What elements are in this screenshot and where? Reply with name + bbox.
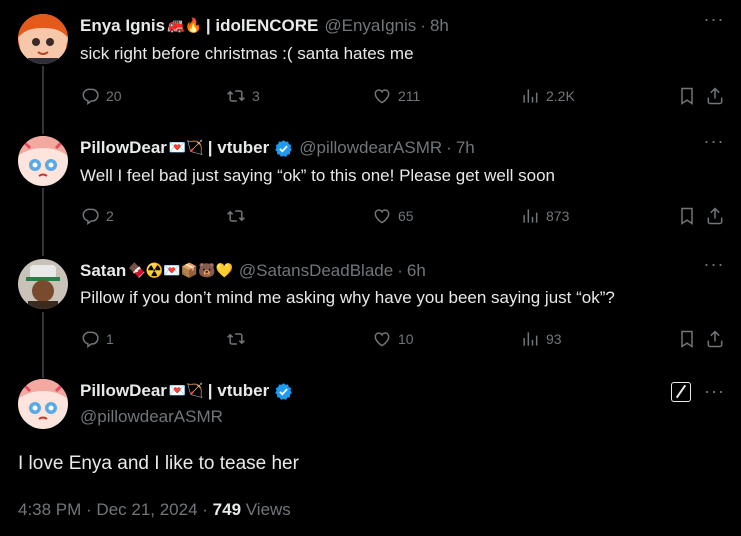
name-emoji: 🚒🔥 [167, 18, 202, 34]
reply-button[interactable]: 2 [80, 206, 114, 226]
retweet-icon [226, 86, 246, 106]
timestamp[interactable]: 8h [430, 16, 449, 36]
tweet-text: Pillow if you don’t mind me asking why h… [80, 288, 615, 307]
like-button[interactable]: 10 [372, 329, 414, 349]
action-bar: 2 65 873 [80, 204, 725, 228]
reply-count: 20 [106, 88, 122, 104]
display-name[interactable]: Satan [80, 261, 126, 281]
view-count: 93 [546, 331, 562, 347]
retweet-button[interactable]: 3 [226, 86, 260, 106]
bookmark-icon [677, 86, 697, 106]
reply-icon [80, 329, 100, 349]
main-author: PillowDear 💌🏹 | vtuber [80, 381, 293, 401]
handle[interactable]: @SatansDeadBlade [239, 261, 393, 281]
tweet-header: PillowDear 💌🏹 | vtuber @pillowdearASMR ·… [80, 136, 475, 160]
display-name[interactable]: PillowDear [80, 138, 167, 158]
like-count: 65 [398, 208, 414, 224]
reply-button[interactable]: 20 [80, 86, 122, 106]
timestamp[interactable]: 6h [407, 261, 426, 281]
retweet-count: 3 [252, 88, 260, 104]
bookmark-button[interactable] [677, 86, 697, 106]
views-button[interactable]: 873 [520, 206, 569, 226]
tweet-header: Enya Ignis 🚒🔥 | idolENCORE @EnyaIgnis · … [80, 14, 449, 38]
reply-count: 2 [106, 208, 114, 224]
tweet-text: sick right before christmas :( santa hat… [80, 44, 414, 63]
like-count: 10 [398, 331, 414, 347]
like-icon [372, 329, 392, 349]
avatar[interactable] [18, 136, 68, 186]
tweet-header: Satan 🍫☢️💌📦🐻💛 @SatansDeadBlade · 6h [80, 259, 426, 283]
reply-count: 1 [106, 331, 114, 347]
views-icon [520, 86, 540, 106]
retweet-icon [226, 206, 246, 226]
views-button[interactable]: 93 [520, 329, 562, 349]
like-button[interactable]: 211 [372, 86, 420, 106]
more-icon[interactable]: ··· [704, 381, 725, 402]
avatar[interactable] [18, 14, 68, 64]
reply-button[interactable]: 1 [80, 329, 114, 349]
tweet-meta: 4:38 PM · Dec 21, 2024 · 749 Views [18, 500, 291, 520]
thread-line [42, 188, 44, 256]
retweet-icon [226, 329, 246, 349]
reply-icon [80, 206, 100, 226]
more-icon[interactable]: ··· [703, 132, 725, 158]
edit-icon[interactable] [671, 382, 691, 402]
name-suffix: | idolENCORE [205, 16, 319, 35]
display-name[interactable]: PillowDear [80, 381, 167, 401]
tweet-text: I love Enya and I like to tease her [18, 453, 299, 474]
reply-icon [80, 86, 100, 106]
thread-line [42, 312, 44, 378]
name-suffix: | vtuber [207, 381, 270, 400]
handle[interactable]: @pillowdearASMR [299, 138, 442, 158]
tweet-text: Well I feel bad just saying “ok” to this… [80, 166, 555, 185]
retweet-button[interactable] [226, 329, 252, 349]
timestamp[interactable]: 7h [456, 138, 475, 158]
separator-dot: · [397, 261, 403, 280]
retweet-button[interactable] [226, 206, 252, 226]
view-count: 873 [546, 208, 570, 224]
share-icon [705, 86, 725, 106]
views-button[interactable]: 2.2K [520, 86, 575, 106]
separator-dot: · [420, 16, 426, 35]
views-icon [520, 206, 540, 226]
handle[interactable]: @pillowdearASMR [80, 407, 223, 427]
share-button[interactable] [705, 206, 725, 226]
views-icon [520, 329, 540, 349]
like-count: 211 [398, 88, 421, 104]
handle[interactable]: @EnyaIgnis [324, 16, 416, 36]
more-icon[interactable]: ··· [703, 255, 725, 281]
action-bar: 20 3 211 2.2K [80, 84, 725, 108]
name-emoji: 💌🏹 [168, 383, 204, 399]
name-emoji: 💌🏹 [168, 140, 204, 156]
thread-line [42, 66, 44, 134]
share-button[interactable] [705, 329, 725, 349]
separator-dot: · [446, 138, 452, 157]
share-button[interactable] [705, 86, 725, 106]
bookmark-icon [677, 329, 697, 349]
avatar[interactable] [18, 379, 68, 429]
like-icon [372, 206, 392, 226]
views-label: Views [245, 500, 291, 519]
share-icon [705, 206, 725, 226]
verified-icon [275, 139, 293, 157]
view-count: 749 [212, 500, 242, 519]
display-name[interactable]: Enya Ignis [80, 16, 165, 36]
view-count: 2.2K [546, 88, 575, 104]
more-icon[interactable]: ··· [703, 10, 725, 36]
avatar[interactable] [18, 259, 68, 309]
name-emoji: 🍫☢️💌📦🐻💛 [128, 263, 233, 279]
share-icon [705, 329, 725, 349]
like-button[interactable]: 65 [372, 206, 414, 226]
bookmark-icon [677, 206, 697, 226]
name-suffix: | vtuber [207, 138, 270, 157]
bookmark-button[interactable] [677, 206, 697, 226]
timestamp[interactable]: 4:38 PM · Dec 21, 2024 · [18, 500, 213, 519]
like-icon [372, 86, 392, 106]
verified-icon [275, 382, 293, 400]
bookmark-button[interactable] [677, 329, 697, 349]
action-bar: 1 10 93 [80, 327, 725, 351]
